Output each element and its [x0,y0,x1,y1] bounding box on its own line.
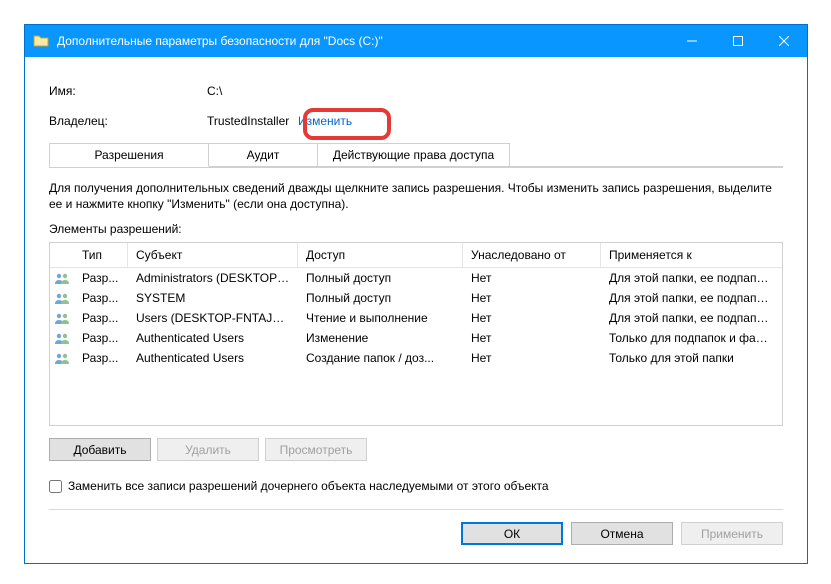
name-label: Имя: [49,84,207,98]
owner-value: TrustedInstaller [207,114,289,128]
users-icon [50,332,74,344]
tab-strip: Разрешения Аудит Действующие права досту… [49,143,783,167]
cell-inherited: Нет [463,270,601,286]
users-icon [50,272,74,284]
titlebar[interactable]: Дополнительные параметры безопасности дл… [25,25,807,57]
users-icon [50,352,74,364]
remove-button[interactable]: Удалить [157,438,259,461]
cell-subject: Authenticated Users [128,330,298,346]
cell-type: Разр... [74,330,128,346]
cell-type: Разр... [74,290,128,306]
cell-inherited: Нет [463,290,601,306]
tab-permissions[interactable]: Разрешения [49,143,209,167]
window-controls [669,25,807,57]
view-button[interactable]: Просмотреть [265,438,367,461]
replace-inherit-checkbox[interactable] [49,480,62,493]
table-header: Тип Субъект Доступ Унаследовано от Приме… [50,243,782,268]
cell-inherited: Нет [463,330,601,346]
cell-access: Изменение [298,330,463,346]
name-value: C:\ [207,84,222,98]
cancel-button[interactable]: Отмена [571,522,673,545]
cell-applies: Только для подпапок и файл... [601,330,782,346]
replace-inherit-label: Заменить все записи разрешений дочернего… [68,479,549,493]
table-row[interactable]: Разр...SYSTEMПолный доступНетДля этой па… [50,288,782,308]
change-owner-link[interactable]: Изменить [298,114,352,128]
cell-applies: Для этой папки, ее подпапок ... [601,310,782,326]
table-row[interactable]: Разр...Authenticated UsersСоздание папок… [50,348,782,368]
col-type[interactable]: Тип [74,243,128,267]
cell-inherited: Нет [463,310,601,326]
cell-access: Чтение и выполнение [298,310,463,326]
cell-subject: Authenticated Users [128,350,298,366]
cell-access: Полный доступ [298,270,463,286]
cell-applies: Для этой папки, ее подпапок ... [601,270,782,286]
owner-label: Владелец: [49,114,207,128]
cell-subject: SYSTEM [128,290,298,306]
tab-audit[interactable]: Аудит [209,143,318,167]
add-button[interactable]: Добавить [49,438,151,461]
users-icon [50,312,74,324]
col-applies[interactable]: Применяется к [601,243,782,267]
cell-subject: Users (DESKTOP-FNTAJVG\Us... [128,310,298,326]
cell-inherited: Нет [463,350,601,366]
cell-access: Создание папок / доз... [298,350,463,366]
permissions-table[interactable]: Тип Субъект Доступ Унаследовано от Приме… [49,242,783,426]
cell-applies: Для этой папки, ее подпапок ... [601,290,782,306]
table-row[interactable]: Разр...Administrators (DESKTOP-FN...Полн… [50,268,782,288]
folder-icon [33,33,49,49]
help-text: Для получения дополнительных сведений дв… [49,180,783,212]
col-inherited[interactable]: Унаследовано от [463,243,601,267]
perm-section-label: Элементы разрешений: [49,222,783,236]
close-button[interactable] [761,25,807,57]
col-subject[interactable]: Субъект [128,243,298,267]
ok-button[interactable]: ОК [461,522,563,545]
cell-applies: Только для этой папки [601,350,782,366]
maximize-button[interactable] [715,25,761,57]
table-row[interactable]: Разр...Users (DESKTOP-FNTAJVG\Us...Чтени… [50,308,782,328]
cell-type: Разр... [74,310,128,326]
cell-type: Разр... [74,350,128,366]
security-dialog: Дополнительные параметры безопасности дл… [24,24,808,564]
tab-effective[interactable]: Действующие права доступа [318,143,510,167]
cell-subject: Administrators (DESKTOP-FN... [128,270,298,286]
minimize-button[interactable] [669,25,715,57]
users-icon [50,292,74,304]
table-row[interactable]: Разр...Authenticated UsersИзменениеНетТо… [50,328,782,348]
separator [49,509,783,510]
col-access[interactable]: Доступ [298,243,463,267]
cell-type: Разр... [74,270,128,286]
cell-access: Полный доступ [298,290,463,306]
apply-button[interactable]: Применить [681,522,783,545]
window-title: Дополнительные параметры безопасности дл… [57,34,669,48]
